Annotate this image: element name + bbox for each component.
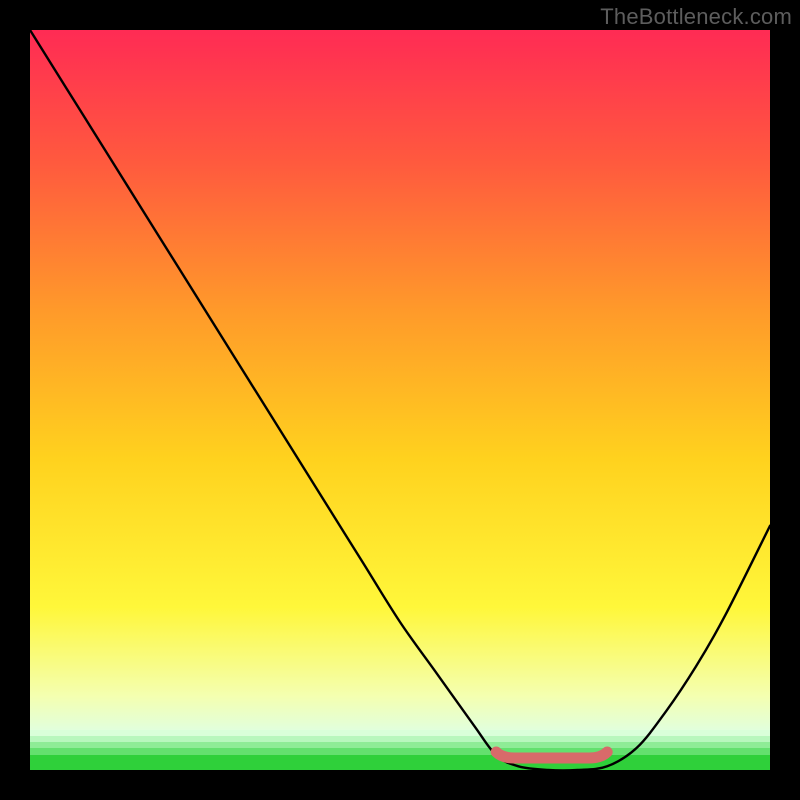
chart-frame [30,30,770,770]
chart-svg [30,30,770,770]
watermark-text: TheBottleneck.com [600,4,792,30]
bottom-stripe-group [30,730,770,770]
gradient-background [30,30,770,770]
optimal-range-marker [496,752,607,758]
